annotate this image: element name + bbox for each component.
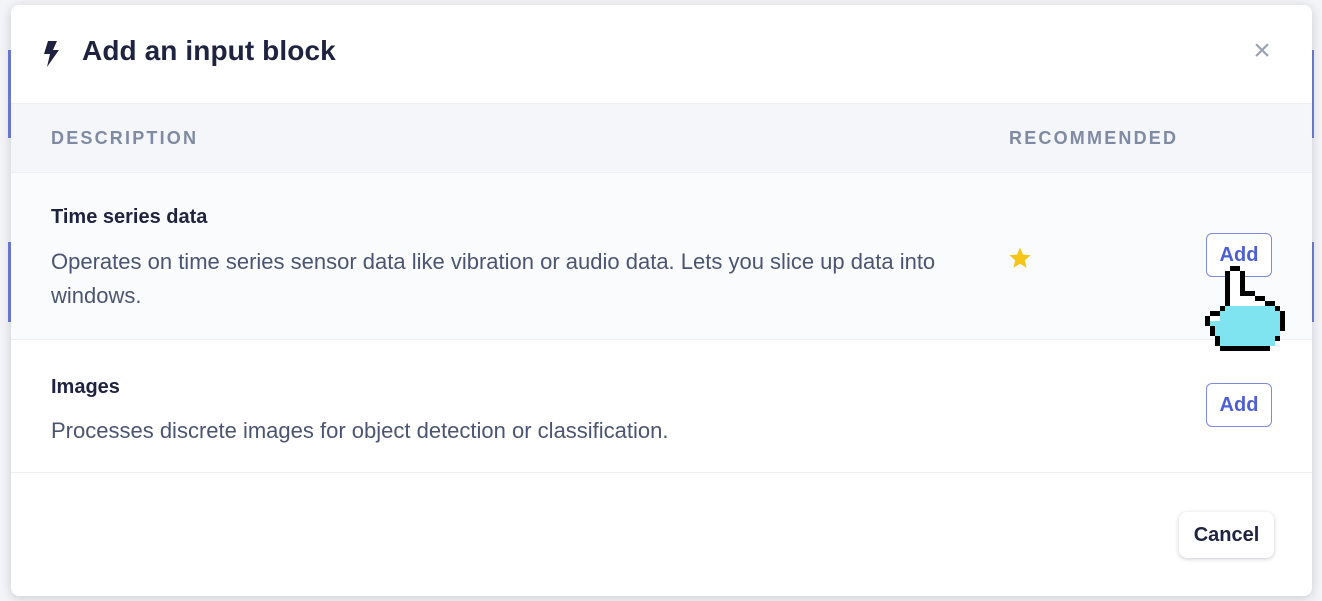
star-icon [1009, 247, 1031, 268]
bolt-icon [44, 41, 59, 67]
row-description: Processes discrete images for object det… [51, 418, 669, 443]
cancel-button[interactable]: Cancel [1179, 512, 1274, 558]
add-images-button[interactable]: Add [1206, 383, 1272, 427]
modal-header: Add an input block × [11, 5, 1312, 104]
row-title: Time series data [51, 206, 208, 228]
row-description: Operates on time series sensor data like… [51, 249, 936, 308]
column-header-description: DESCRIPTION [51, 128, 199, 148]
row-title: Images [51, 376, 120, 398]
close-button[interactable]: × [1250, 36, 1274, 66]
column-header-recommended: RECOMMENDED [1009, 128, 1179, 148]
add-time-series-button[interactable]: Add [1206, 233, 1272, 277]
table-header: DESCRIPTION RECOMMENDED [11, 104, 1312, 173]
input-block-row-time-series: Time series data Operates on time series… [11, 173, 1312, 340]
add-input-block-modal: Add an input block × DESCRIPTION RECOMME… [11, 5, 1312, 596]
modal-title: Add an input block [82, 35, 336, 66]
input-block-row-images: Images Processes discrete images for obj… [11, 340, 1312, 473]
